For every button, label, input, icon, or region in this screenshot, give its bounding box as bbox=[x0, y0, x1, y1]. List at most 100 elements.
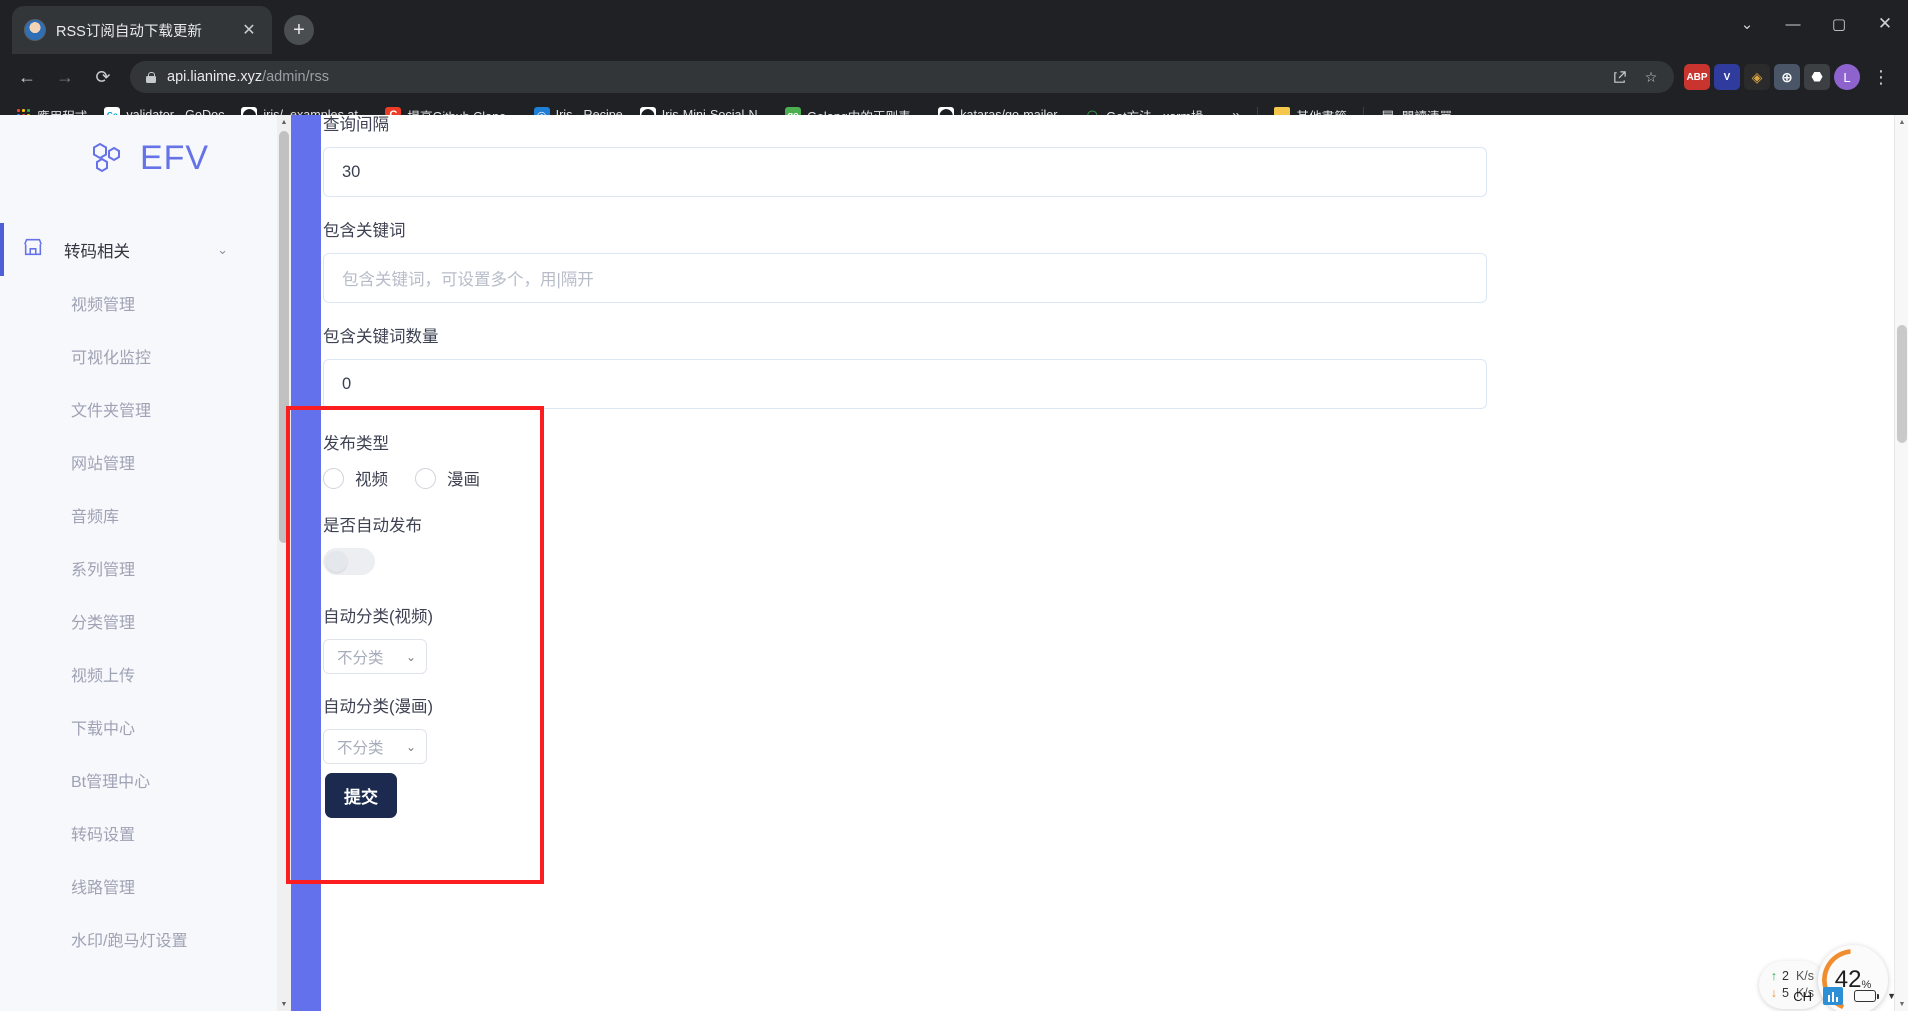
maximize-icon[interactable]: ▢ bbox=[1816, 0, 1862, 48]
sidebar-item-audio-library[interactable]: 音频库 bbox=[0, 488, 296, 541]
sidebar-item-label: 视频管理 bbox=[71, 296, 136, 314]
tab-close-icon[interactable]: ✕ bbox=[238, 19, 260, 41]
field-auto-category-comic: 自动分类(漫画) 不分类 ⌄ bbox=[323, 693, 433, 764]
main-content: 查询间隔 30 包含关键词 包含关键词，可设置多个，用|隔开 包含关键词数量 0… bbox=[321, 115, 1894, 1011]
back-icon[interactable]: ← bbox=[10, 60, 44, 94]
sidebar-item-label: 转码设置 bbox=[71, 826, 136, 844]
download-speed-value: 5 bbox=[1781, 985, 1789, 1000]
interval-input[interactable]: 30 bbox=[323, 147, 1487, 197]
browser-window: RSS订阅自动下载更新 ✕ + ⌄ — ▢ ✕ ← → ⟳ api.lianim… bbox=[0, 0, 1908, 1011]
keyword-count-input[interactable]: 0 bbox=[323, 359, 1487, 409]
sidebar-item-label: 分类管理 bbox=[71, 614, 136, 632]
sidebar-item-transcode-settings[interactable]: 转码设置 bbox=[0, 806, 296, 859]
radio-video-label: 视频 bbox=[355, 471, 388, 489]
field-label: 是否自动发布 bbox=[323, 517, 422, 535]
field-keywords: 包含关键词 包含关键词，可设置多个，用|隔开 bbox=[323, 217, 1487, 303]
auto-publish-toggle[interactable] bbox=[323, 548, 375, 575]
field-auto-publish: 是否自动发布 bbox=[323, 512, 422, 575]
page-scrollbar-thumb[interactable] bbox=[1897, 325, 1907, 443]
omnibox-actions: ☆ bbox=[1606, 64, 1664, 90]
window-controls: ⌄ — ▢ ✕ bbox=[1724, 0, 1908, 48]
minimize-icon[interactable]: — bbox=[1770, 0, 1816, 48]
lock-icon bbox=[144, 71, 157, 84]
page-scrollbar[interactable]: ▲ ▼ bbox=[1894, 115, 1908, 1011]
sidebar-group-transcode[interactable]: 转码相关 ⌄ bbox=[0, 223, 296, 276]
select-value: 不分类 bbox=[337, 649, 384, 667]
radio-video[interactable] bbox=[323, 467, 344, 489]
select-value: 不分类 bbox=[337, 739, 384, 757]
extension-vimium-icon[interactable]: V bbox=[1714, 64, 1740, 90]
tab-title: RSS订阅自动下载更新 bbox=[56, 23, 202, 40]
sidebar-item-bt-center[interactable]: Bt管理中心 bbox=[0, 753, 296, 806]
field-interval: 查询间隔 30 bbox=[323, 115, 1487, 197]
sidebar-item-label: 文件夹管理 bbox=[71, 402, 152, 420]
sidebar-item-label: Bt管理中心 bbox=[71, 773, 151, 791]
forward-icon[interactable]: → bbox=[48, 60, 82, 94]
auto-category-comic-select[interactable]: 不分类 ⌄ bbox=[323, 729, 427, 764]
sidebar-item-site-manage[interactable]: 网站管理 bbox=[0, 435, 296, 488]
chevron-down-icon[interactable]: ⌄ bbox=[1724, 0, 1770, 48]
sidebar-item-label: 音频库 bbox=[71, 508, 120, 526]
sidebar-item-line-manage[interactable]: 线路管理 bbox=[0, 859, 296, 912]
field-keyword-count: 包含关键词数量 0 bbox=[323, 323, 1487, 409]
sidebar-item-label: 网站管理 bbox=[71, 455, 136, 473]
toggle-knob bbox=[326, 551, 347, 572]
sidebar-item-series-manage[interactable]: 系列管理 bbox=[0, 541, 296, 594]
url-host: api.lianime.xyz bbox=[167, 69, 263, 85]
extension-puzzle-icon[interactable]: ⬣ bbox=[1804, 64, 1830, 90]
tray-expand-icon[interactable]: ▼ bbox=[1887, 991, 1896, 1001]
app-brand[interactable]: EFV bbox=[0, 115, 296, 201]
tab-strip: RSS订阅自动下载更新 ✕ + ⌄ — ▢ ✕ bbox=[0, 0, 1908, 54]
browser-menu-icon[interactable]: ⋮ bbox=[1864, 60, 1898, 94]
url-path: /admin/rss bbox=[262, 69, 329, 85]
store-icon bbox=[22, 236, 44, 263]
sidebar-item-label: 视频上传 bbox=[71, 667, 136, 685]
close-icon[interactable]: ✕ bbox=[1862, 0, 1908, 48]
sidebar-item-label: 下载中心 bbox=[71, 720, 136, 738]
keywords-input[interactable]: 包含关键词，可设置多个，用|隔开 bbox=[323, 253, 1487, 303]
upload-arrow-icon: ↑ bbox=[1770, 968, 1777, 983]
profile-avatar[interactable]: L bbox=[1834, 64, 1860, 90]
scroll-up-icon[interactable]: ▲ bbox=[277, 115, 291, 129]
bookmark-star-icon[interactable]: ☆ bbox=[1638, 64, 1664, 90]
chevron-down-icon: ⌄ bbox=[405, 649, 416, 664]
field-publish-type: 发布类型 视频 漫画 bbox=[323, 430, 496, 490]
radio-comic-label: 漫画 bbox=[447, 471, 480, 489]
sidebar-item-label: 系列管理 bbox=[71, 561, 136, 579]
sidebar-item-folder-manage[interactable]: 文件夹管理 bbox=[0, 382, 296, 435]
sidebar-item-category-manage[interactable]: 分类管理 bbox=[0, 594, 296, 647]
app-sidebar: EFV 转码相关 ⌄ 视频管理 可视化监控 文件夹管理 网站管理 音频库 系列管… bbox=[0, 115, 296, 1011]
browser-tab[interactable]: RSS订阅自动下载更新 ✕ bbox=[12, 6, 272, 54]
sidebar-item-label: 线路管理 bbox=[71, 879, 136, 897]
sidebar-scrollbar-thumb[interactable] bbox=[279, 131, 289, 543]
app-brand-name: EFV bbox=[139, 138, 210, 177]
extension-tampermonkey-icon[interactable]: ◈ bbox=[1744, 64, 1770, 90]
browser-toolbar: ← → ⟳ api.lianime.xyz/admin/rss ☆ ABP V … bbox=[0, 54, 1908, 100]
field-auto-category-video: 自动分类(视频) 不分类 ⌄ bbox=[323, 603, 433, 674]
extension-globe-icon[interactable]: ⊕ bbox=[1774, 64, 1800, 90]
field-label: 自动分类(视频) bbox=[323, 608, 433, 626]
auto-category-video-select[interactable]: 不分类 ⌄ bbox=[323, 639, 427, 674]
address-bar[interactable]: api.lianime.xyz/admin/rss ☆ bbox=[130, 61, 1674, 93]
extension-adblock-icon[interactable]: ABP bbox=[1684, 64, 1710, 90]
ime-indicator[interactable]: CH bbox=[1793, 989, 1812, 1004]
field-label: 查询间隔 bbox=[323, 116, 389, 134]
sidebar-scrollbar[interactable]: ▲ ▼ bbox=[277, 115, 291, 1011]
share-icon[interactable] bbox=[1606, 64, 1632, 90]
sidebar-nav: 转码相关 ⌄ 视频管理 可视化监控 文件夹管理 网站管理 音频库 系列管理 分类… bbox=[0, 223, 296, 965]
scroll-up-icon[interactable]: ▲ bbox=[1895, 115, 1908, 129]
download-arrow-icon: ↓ bbox=[1770, 985, 1777, 1000]
sidebar-item-video-manage[interactable]: 视频管理 bbox=[0, 276, 296, 329]
hexagon-cluster-icon bbox=[87, 136, 127, 181]
scroll-down-icon[interactable]: ▼ bbox=[277, 997, 291, 1011]
submit-button[interactable]: 提交 bbox=[325, 773, 397, 818]
chevron-down-icon: ⌄ bbox=[405, 739, 416, 754]
reload-icon[interactable]: ⟳ bbox=[86, 60, 120, 94]
sidebar-item-watermark-settings[interactable]: 水印/跑马灯设置 bbox=[0, 912, 296, 965]
sidebar-item-video-upload[interactable]: 视频上传 bbox=[0, 647, 296, 700]
chevron-down-icon[interactable]: ⌄ bbox=[217, 242, 228, 258]
sidebar-item-visual-monitor[interactable]: 可视化监控 bbox=[0, 329, 296, 382]
sidebar-item-download-center[interactable]: 下载中心 bbox=[0, 700, 296, 753]
radio-comic[interactable] bbox=[415, 467, 436, 489]
new-tab-button[interactable]: + bbox=[284, 15, 314, 45]
